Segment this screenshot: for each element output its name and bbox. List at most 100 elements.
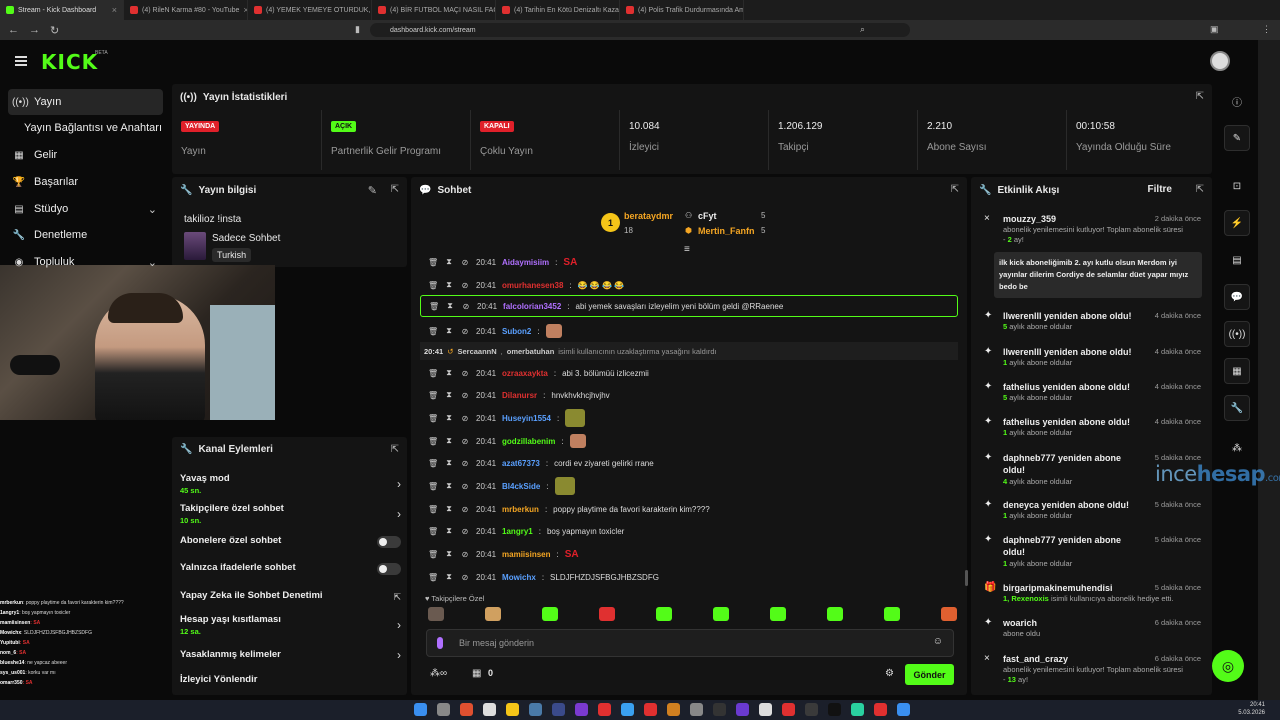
emote-button[interactable] xyxy=(884,607,900,621)
message-username[interactable]: 1angry1 xyxy=(502,527,533,536)
taskbar-app-icon[interactable] xyxy=(874,703,887,716)
screen-icon[interactable]: ⊡ xyxy=(1224,173,1250,199)
ban-icon[interactable]: ⊘ xyxy=(460,550,470,559)
ban-icon[interactable]: ⊘ xyxy=(460,437,470,446)
timeout-icon[interactable]: ⧗ xyxy=(444,368,454,378)
expand-icon[interactable]: ⇱ xyxy=(1196,91,1204,102)
timeout-icon[interactable]: ⧗ xyxy=(444,280,454,290)
emote-button[interactable] xyxy=(485,607,501,621)
message-username[interactable]: azat67373 xyxy=(502,459,540,468)
emote-button[interactable] xyxy=(827,607,843,621)
delete-icon[interactable]: 🗑 xyxy=(428,391,438,400)
chevron-right-icon[interactable]: › xyxy=(397,507,401,521)
emoji-icon[interactable]: ☺ xyxy=(933,636,943,647)
kick-logo[interactable]: KICK xyxy=(41,50,98,74)
hamburger-menu-icon[interactable] xyxy=(15,56,27,66)
edit-icon[interactable]: ✎ xyxy=(368,184,377,197)
emote-button[interactable] xyxy=(656,607,672,621)
forward-icon[interactable]: → xyxy=(29,24,40,36)
message-username[interactable]: ozraaxaykta xyxy=(502,369,548,378)
browser-tab[interactable]: (4) RileN Karma #80 - YouTube× xyxy=(124,0,248,20)
sidebar-item[interactable]: Yayın Bağlantısı ve Anahtarı xyxy=(8,115,163,141)
delete-icon[interactable]: 🗑 xyxy=(428,258,438,267)
sidebar-item[interactable]: ▦ Gelir xyxy=(8,142,163,168)
external-link-icon[interactable]: ⇱ xyxy=(393,592,401,603)
message-username[interactable]: falcolorian3452 xyxy=(503,302,561,311)
message-username[interactable]: Bl4ckSide xyxy=(502,482,540,491)
delete-icon[interactable]: 🗑 xyxy=(428,414,438,423)
address-bar[interactable]: dashboard.kick.com/stream xyxy=(370,23,910,37)
timeout-icon[interactable]: ⧗ xyxy=(444,572,454,582)
timeout-icon[interactable]: ⧗ xyxy=(444,526,454,536)
ban-icon[interactable]: ⊘ xyxy=(460,505,470,514)
taskbar-app-icon[interactable] xyxy=(598,703,611,716)
emote-button[interactable] xyxy=(941,607,957,621)
delete-icon[interactable]: 🗑 xyxy=(428,550,438,559)
infinity-icon[interactable]: ⁂∞ xyxy=(430,668,447,679)
channel-action[interactable]: Takipçilere özel sohbet 10 sn. › xyxy=(180,503,405,525)
taskbar-app-icon[interactable] xyxy=(667,703,680,716)
edit-icon[interactable]: ✎ xyxy=(1224,125,1250,151)
taskbar-app-icon[interactable] xyxy=(506,703,519,716)
chevron-down-icon[interactable]: ⌄ xyxy=(148,203,157,216)
browser-tab[interactable]: (4) YEMEK YEMEYE OTURDUK, AZAN× xyxy=(248,0,372,20)
timeout-icon[interactable]: ⧗ xyxy=(445,301,455,311)
taskbar-app-icon[interactable] xyxy=(782,703,795,716)
ban-icon[interactable]: ⊘ xyxy=(460,482,470,491)
ban-icon[interactable]: ⊘ xyxy=(460,369,470,378)
browser-tab[interactable]: (4) BİR FUTBOL MAÇI NASIL FACİAYA× xyxy=(372,0,496,20)
message-username[interactable]: mrberkun xyxy=(502,505,539,514)
delete-icon[interactable]: 🗑 xyxy=(428,573,438,582)
sidebar-item[interactable]: ◉ Topluluk ⌄ xyxy=(8,249,163,275)
expand-icon[interactable]: ⇱ xyxy=(391,184,399,195)
gift-icon[interactable]: ▦ xyxy=(472,668,481,679)
chevron-right-icon[interactable]: › xyxy=(397,618,401,632)
channel-action[interactable]: Abonelere özel sohbet xyxy=(180,535,405,557)
emote-button[interactable] xyxy=(428,607,444,621)
delete-icon[interactable]: 🗑 xyxy=(428,459,438,468)
channel-action[interactable]: Yalnızca ifadelerle sohbet xyxy=(180,562,405,584)
channel-action[interactable]: Yavaş mod 45 sn. › xyxy=(180,473,405,495)
taskbar-app-icon[interactable] xyxy=(851,703,864,716)
chevron-right-icon[interactable]: › xyxy=(397,477,401,491)
message-username[interactable]: Subon2 xyxy=(502,327,531,336)
browser-tab[interactable]: (4) Polis Trafik Durdurmasında Amerikal× xyxy=(620,0,744,20)
chevron-right-icon[interactable]: › xyxy=(397,648,401,662)
ban-icon[interactable]: ⊘ xyxy=(460,414,470,423)
delete-icon[interactable]: 🗑 xyxy=(428,505,438,514)
reload-icon[interactable]: ↻ xyxy=(50,24,59,37)
message-username[interactable]: Mowichx xyxy=(502,573,536,582)
emote-button[interactable] xyxy=(542,607,558,621)
extensions-icon[interactable]: ▣ xyxy=(1210,24,1219,35)
taskbar-app-icon[interactable] xyxy=(621,703,634,716)
chat-input[interactable]: Bir mesaj gönderin ☺ xyxy=(426,629,954,657)
sidebar-item[interactable]: ▤ Stüdyo ⌄ xyxy=(8,196,163,222)
ban-icon[interactable]: ⊘ xyxy=(460,573,470,582)
timeout-icon[interactable]: ⧗ xyxy=(444,326,454,336)
message-username[interactable]: godzillabenim xyxy=(502,437,555,446)
filter-button[interactable]: Filtre xyxy=(1148,184,1172,195)
taskbar-app-icon[interactable] xyxy=(713,703,726,716)
message-username[interactable]: Dilanursr xyxy=(502,391,537,400)
ban-icon[interactable]: ⊘ xyxy=(460,459,470,468)
timeout-icon[interactable]: ⧗ xyxy=(444,481,454,491)
delete-icon[interactable]: 🗑 xyxy=(428,482,438,491)
delete-icon[interactable]: 🗑 xyxy=(428,437,438,446)
info-icon[interactable]: ⓘ xyxy=(1224,88,1250,114)
taskbar-app-icon[interactable] xyxy=(552,703,565,716)
expand-icon[interactable]: ⇱ xyxy=(951,184,959,195)
taskbar-app-icon[interactable] xyxy=(460,703,473,716)
taskbar-app-icon[interactable] xyxy=(483,703,496,716)
timeout-icon[interactable]: ⧗ xyxy=(444,549,454,559)
taskbar-app-icon[interactable] xyxy=(414,703,427,716)
store-icon[interactable]: ▦ xyxy=(1224,358,1250,384)
send-button[interactable]: Gönder xyxy=(905,664,954,685)
taskbar-app-icon[interactable] xyxy=(805,703,818,716)
ban-icon[interactable]: ⊘ xyxy=(460,527,470,536)
lightning-icon[interactable]: ⚡ xyxy=(1224,210,1250,236)
message-username[interactable]: Huseyin1554 xyxy=(502,414,551,423)
delete-icon[interactable]: 🗑 xyxy=(428,281,438,290)
browser-tab[interactable]: Stream - Kick Dashboard × xyxy=(0,0,124,20)
ban-icon[interactable]: ⊘ xyxy=(460,391,470,400)
channel-action[interactable]: İzleyici Yönlendir xyxy=(180,674,405,696)
